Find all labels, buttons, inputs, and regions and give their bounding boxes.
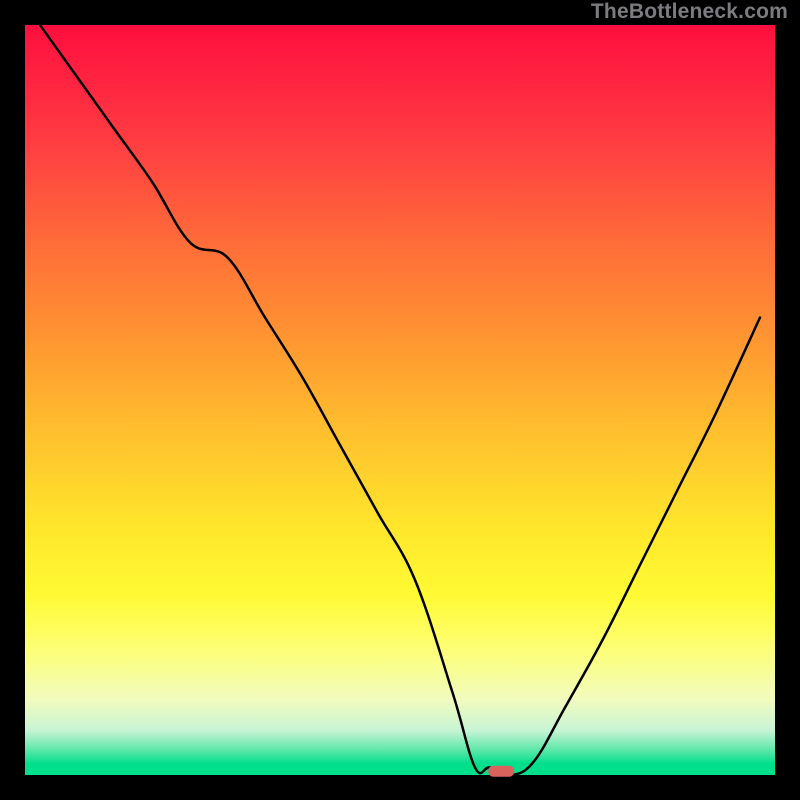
marker-pill <box>488 766 514 777</box>
plot-area <box>25 25 775 775</box>
watermark-text: TheBottleneck.com <box>591 0 788 24</box>
chart-root: TheBottleneck.com <box>0 0 800 800</box>
chart-svg <box>0 0 800 800</box>
